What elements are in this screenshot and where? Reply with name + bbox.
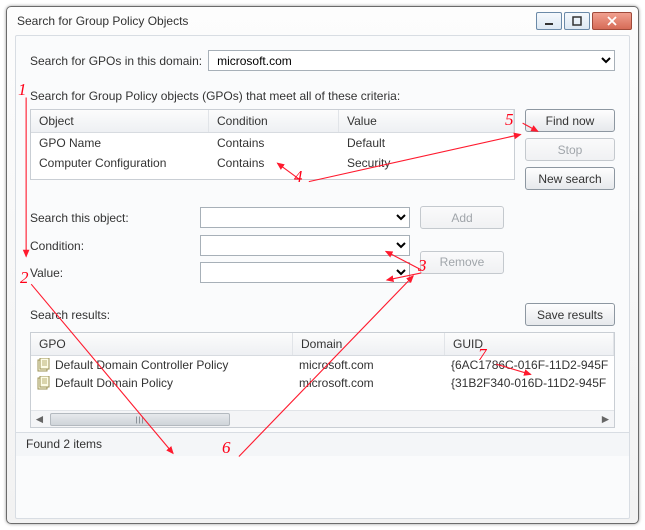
domain-label: Search for GPOs in this domain: (30, 54, 202, 68)
search-object-label: Search this object: (30, 211, 190, 225)
col-domain[interactable]: Domain (293, 333, 445, 355)
criteria-cell-object: GPO Name (31, 133, 209, 153)
domain-select[interactable]: microsoft.com (208, 50, 615, 71)
remove-button[interactable]: Remove (420, 251, 504, 274)
scroll-thumb[interactable] (50, 413, 230, 426)
dialog-window: Search for Group Policy Objects Search f… (6, 6, 639, 524)
value-select[interactable] (200, 262, 410, 283)
col-object[interactable]: Object (31, 110, 209, 132)
status-bar: Found 2 items (16, 432, 629, 456)
window-controls (536, 12, 632, 30)
minimize-button[interactable] (536, 12, 562, 30)
result-domain: microsoft.com (299, 376, 374, 390)
results-header: Search results: Save results (30, 303, 615, 326)
stop-button[interactable]: Stop (525, 138, 615, 161)
close-button[interactable] (592, 12, 632, 30)
maximize-button[interactable] (564, 12, 590, 30)
result-gpo: Default Domain Policy (55, 376, 173, 390)
criteria-cell-condition: Contains (209, 153, 339, 173)
gpo-icon (37, 376, 51, 390)
criteria-cell-value: Security (339, 153, 514, 173)
find-now-button[interactable]: Find now (525, 109, 615, 132)
condition-select[interactable] (200, 235, 410, 256)
condition-label: Condition: (30, 239, 190, 253)
search-object-select[interactable] (200, 207, 410, 228)
titlebar: Search for Group Policy Objects (7, 7, 638, 35)
criteria-cell-object: Computer Configuration (31, 153, 209, 173)
result-domain: microsoft.com (299, 358, 374, 372)
result-guid: {31B2F340-016D-11D2-945F (451, 376, 606, 390)
scroll-left-icon[interactable]: ◄ (31, 411, 48, 427)
criteria-cell-value: Default (339, 133, 514, 153)
criteria-area: Object Condition Value GPO Name Contains… (30, 109, 615, 190)
criteria-cell-condition: Contains (209, 133, 339, 153)
col-condition[interactable]: Condition (209, 110, 339, 132)
annotation-1: 1 (18, 80, 27, 100)
criteria-form: Search this object: Add Condition: Remov… (30, 206, 615, 283)
col-value[interactable]: Value (339, 110, 514, 132)
value-label: Value: (30, 266, 190, 280)
results-row[interactable]: Default Domain Policy microsoft.com {31B… (31, 374, 614, 392)
scroll-right-icon[interactable]: ► (597, 411, 614, 427)
criteria-table[interactable]: Object Condition Value GPO Name Contains… (30, 109, 515, 180)
criteria-row[interactable]: Computer Configuration Contains Security (31, 153, 514, 173)
dialog-content: Search for GPOs in this domain: microsof… (15, 35, 630, 519)
domain-row: Search for GPOs in this domain: microsof… (30, 50, 615, 71)
results-columns: GPO Domain GUID (31, 333, 614, 356)
criteria-row[interactable]: GPO Name Contains Default (31, 133, 514, 153)
results-label: Search results: (30, 308, 525, 322)
results-row[interactable]: Default Domain Controller Policy microso… (31, 356, 614, 374)
criteria-header: Search for Group Policy objects (GPOs) t… (30, 89, 615, 103)
result-gpo: Default Domain Controller Policy (55, 358, 228, 372)
save-results-button[interactable]: Save results (525, 303, 615, 326)
window-title: Search for Group Policy Objects (13, 14, 536, 28)
col-gpo[interactable]: GPO (31, 333, 293, 355)
new-search-button[interactable]: New search (525, 167, 615, 190)
result-guid: {6AC1786C-016F-11D2-945F (451, 358, 608, 372)
add-button[interactable]: Add (420, 206, 504, 229)
results-table[interactable]: GPO Domain GUID Default Domain Controlle… (30, 332, 615, 428)
annotation-2: 2 (20, 268, 29, 288)
gpo-icon (37, 358, 51, 372)
col-guid[interactable]: GUID (445, 333, 614, 355)
criteria-columns: Object Condition Value (31, 110, 514, 133)
results-horizontal-scrollbar[interactable]: ◄ ► (31, 410, 614, 427)
